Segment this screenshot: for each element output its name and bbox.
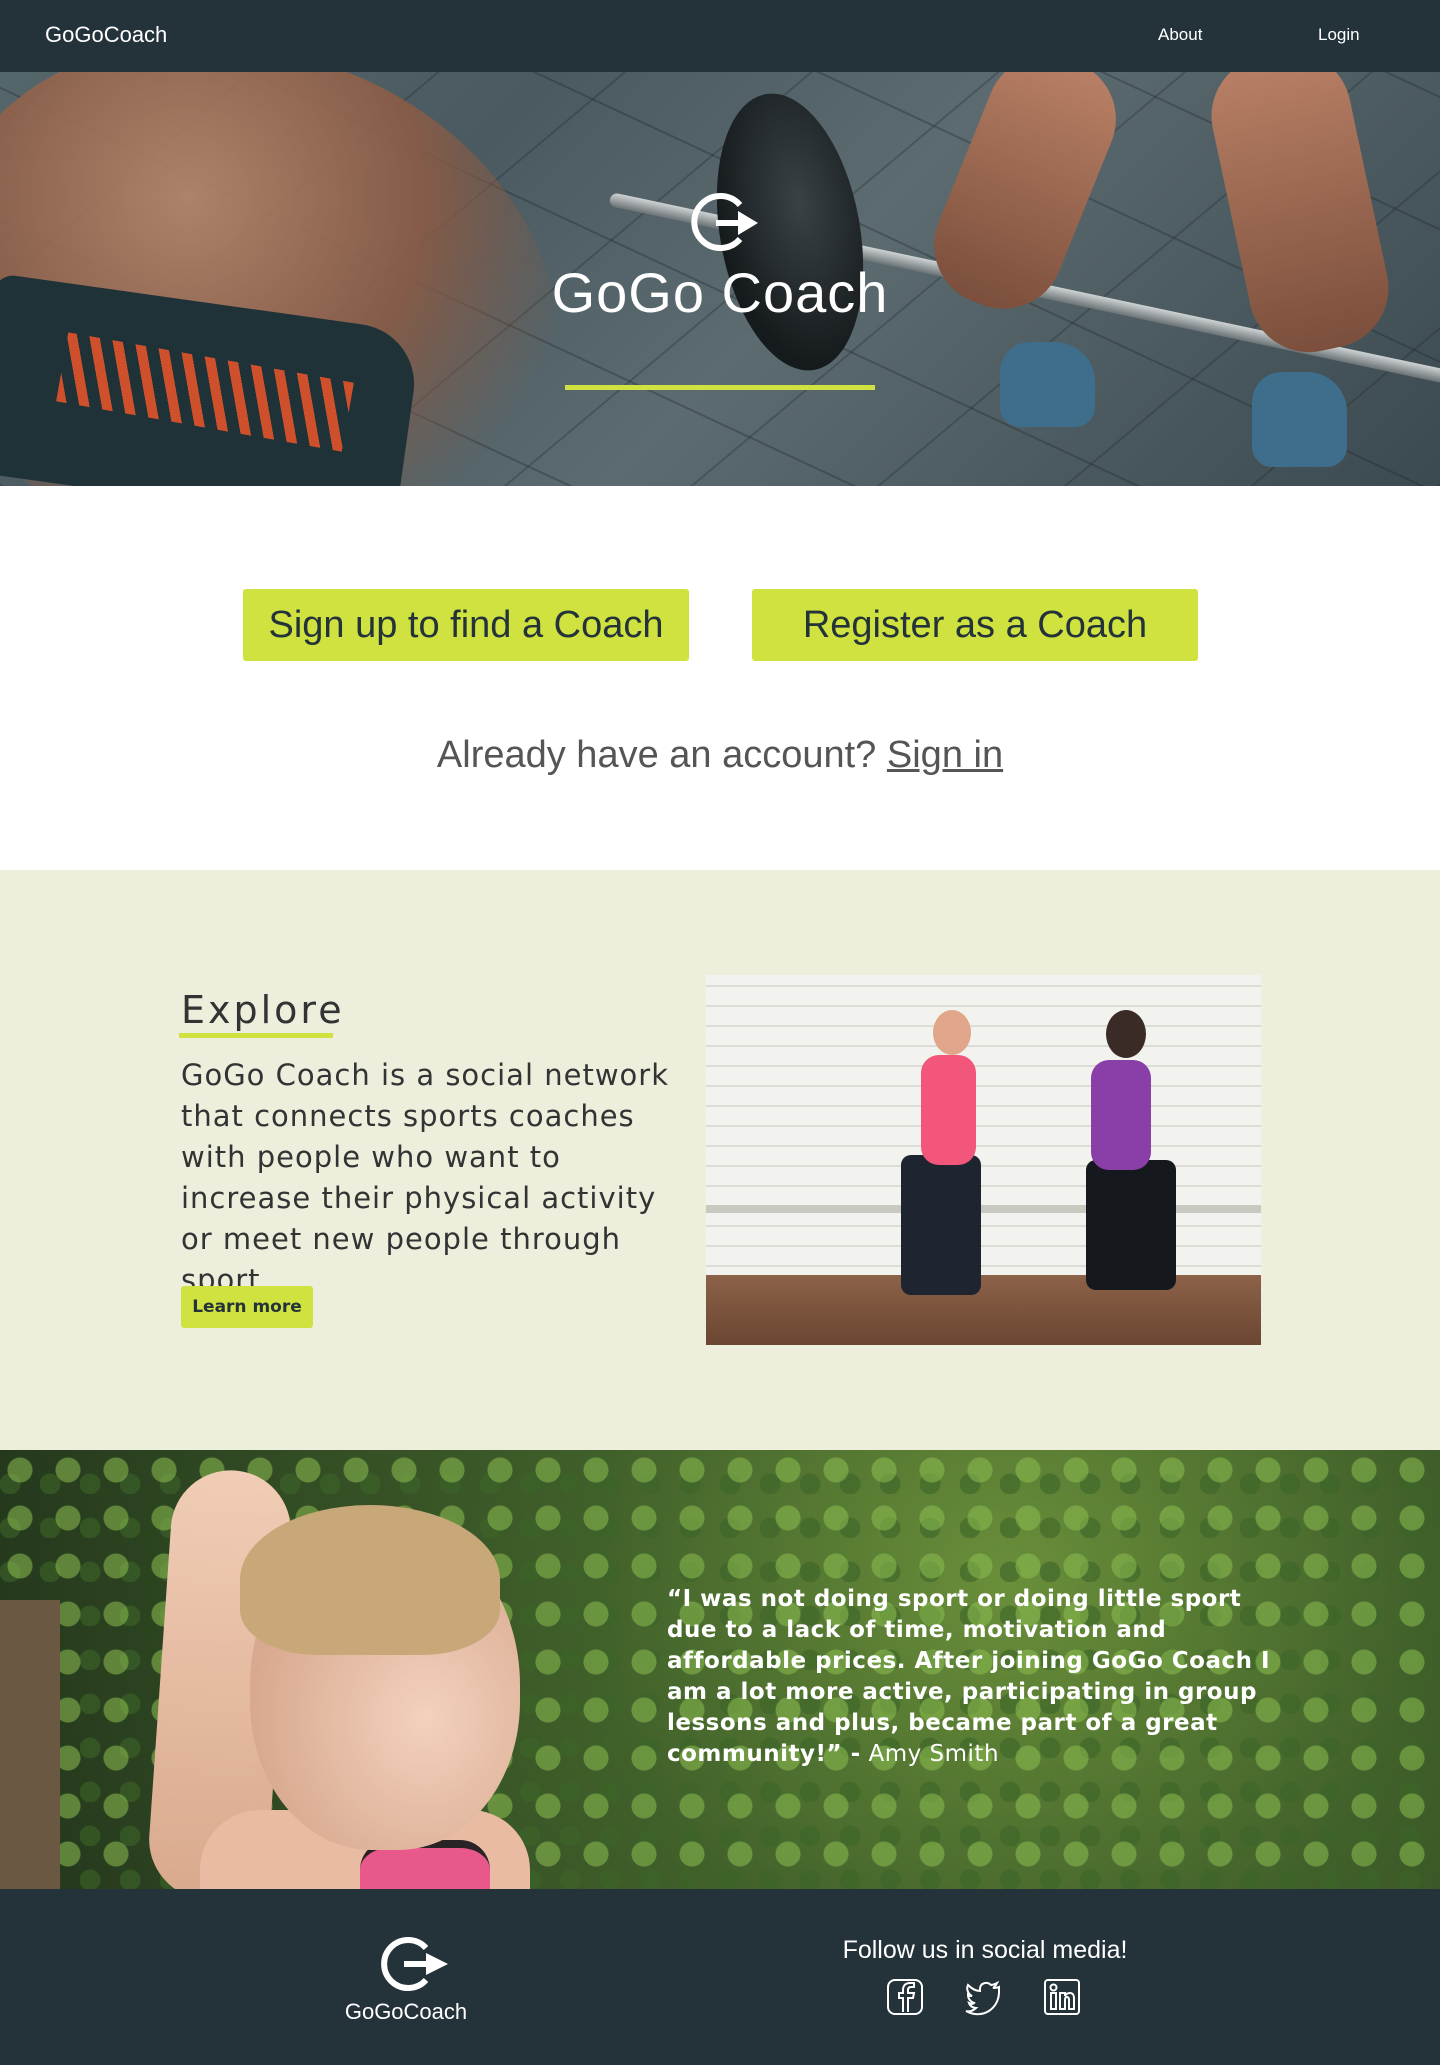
footer: GoGoCoach Follow us in social media! xyxy=(0,1889,1440,2065)
footer-follow-text: Follow us in social media! xyxy=(842,1936,1128,1964)
testimonial-woman-hair xyxy=(240,1505,500,1655)
photo-person1-legs xyxy=(901,1155,981,1295)
photo-person1-body xyxy=(921,1055,976,1165)
footer-brand: GoGoCoach xyxy=(344,1999,468,2024)
testimonial-quote: “I was not doing sport or doing little s… xyxy=(667,1584,1277,1770)
hero-shoe-right xyxy=(1252,372,1347,467)
photo-person2-legs xyxy=(1086,1160,1176,1290)
nav-login-link[interactable]: Login xyxy=(1318,25,1360,45)
linkedin-icon[interactable] xyxy=(1043,1978,1081,2016)
hero-title-underline xyxy=(565,385,875,390)
explore-heading-underline xyxy=(179,1033,333,1038)
twitter-icon[interactable] xyxy=(965,1978,1003,2016)
signup-find-coach-button[interactable]: Sign up to find a Coach xyxy=(243,589,689,661)
hero-shoe-left xyxy=(1000,342,1095,427)
signin-link[interactable]: Sign in xyxy=(887,734,1003,776)
nav-about-link[interactable]: About xyxy=(1158,25,1202,45)
account-prompt-text: Already have an account? xyxy=(436,734,877,776)
footer-logo-icon xyxy=(381,1937,448,1991)
explore-photo xyxy=(706,975,1261,1345)
hero-title: GoGo Coach xyxy=(551,261,889,324)
photo-wall-pipe xyxy=(706,1205,1261,1213)
hero-banner: GoGo Coach xyxy=(0,72,1440,486)
gogo-logo-icon xyxy=(691,193,758,251)
explore-description: GoGo Coach is a social network that conn… xyxy=(181,1058,669,1297)
testimonial-section: “I was not doing sport or doing little s… xyxy=(0,1450,1440,1890)
testimonial-author: Amy Smith xyxy=(868,1741,1000,1767)
explore-heading: Explore xyxy=(181,988,345,1032)
facebook-icon[interactable] xyxy=(886,1978,924,2016)
photo-person1-head xyxy=(933,1010,971,1055)
explore-section: Explore GoGo Coach is a social network t… xyxy=(0,870,1440,1450)
testimonial-quote-text: “I was not doing sport or doing little s… xyxy=(667,1586,1271,1767)
learn-more-button[interactable]: Learn more xyxy=(181,1286,313,1328)
photo-person2-head xyxy=(1106,1010,1146,1058)
account-prompt: Already have an account? Sign in xyxy=(0,734,1440,777)
testimonial-fence xyxy=(0,1600,60,1890)
register-coach-button[interactable]: Register as a Coach xyxy=(752,589,1198,661)
photo-person2-body xyxy=(1091,1060,1151,1170)
top-nav: GoGoCoach About Login xyxy=(0,0,1440,72)
nav-brand-link[interactable]: GoGoCoach xyxy=(45,22,167,48)
photo-wood-floor xyxy=(706,1275,1261,1345)
